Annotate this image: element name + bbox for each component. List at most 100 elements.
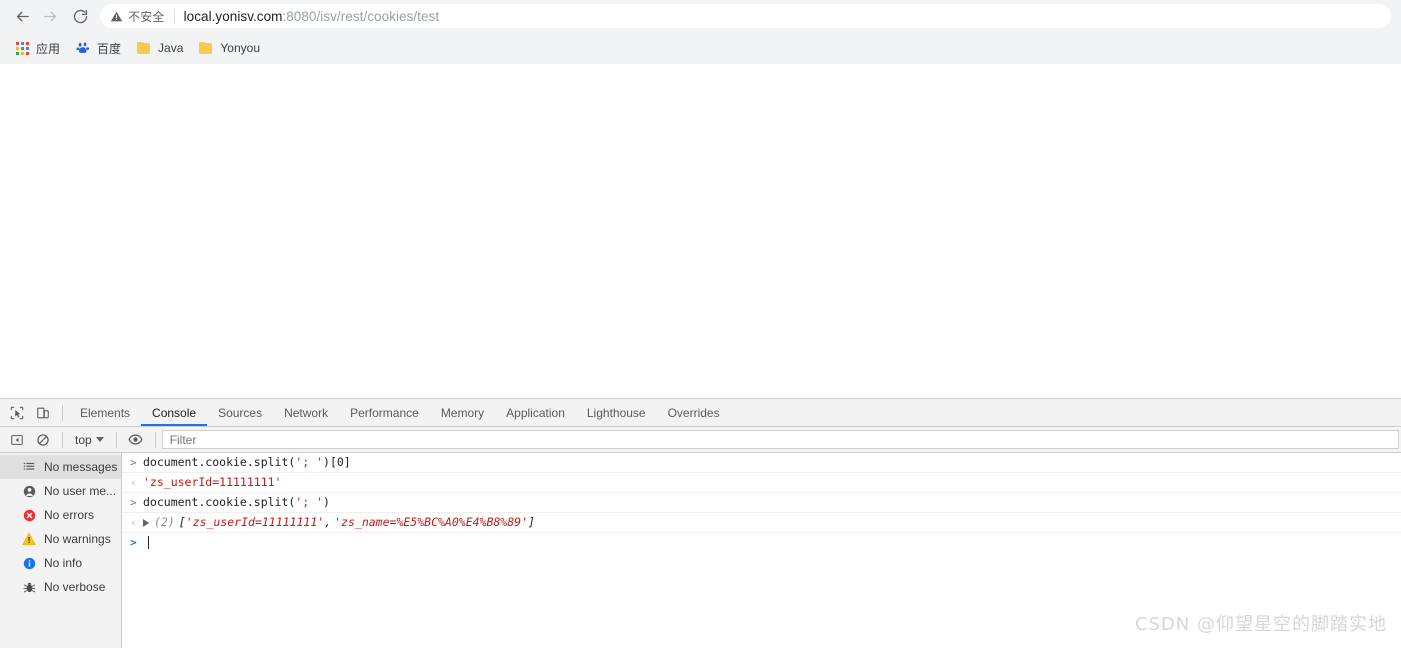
array-separator: , — [324, 515, 332, 529]
page-viewport — [0, 64, 1401, 398]
console-result-row[interactable]: ‹ 'zs_userId=11111111' — [122, 473, 1401, 493]
tab-lighthouse[interactable]: Lighthouse — [576, 399, 657, 426]
tab-elements[interactable]: Elements — [69, 399, 141, 426]
warning-triangle-icon — [110, 11, 123, 21]
device-toolbar-button[interactable] — [30, 400, 56, 426]
console-expression: document.cookie.split('; ')[0] — [143, 453, 351, 472]
clear-console-icon — [37, 433, 49, 446]
console-result-row[interactable]: ‹ (2) [ 'zs_userId=11111111' , 'zs_name=… — [122, 513, 1401, 533]
console-sidebar: No messages No user me... No errors No w… — [0, 453, 122, 648]
output-gutter-icon: ‹ — [130, 476, 137, 489]
security-label: 不安全 — [128, 9, 165, 24]
bookmark-label: 百度 — [97, 41, 122, 56]
reload-icon — [73, 9, 87, 23]
array-item: 'zs_userId=11111111' — [185, 515, 325, 529]
sidebar-item-info[interactable]: No info — [0, 551, 121, 575]
array-close-bracket: ] — [528, 515, 535, 529]
bookmark-baidu[interactable]: 百度 — [68, 37, 129, 59]
url-text: local.yonisv.com:8080/isv/rest/cookies/t… — [184, 9, 440, 24]
user-icon — [22, 484, 36, 498]
bookmarks-bar: 应用 百度 Java Yonyou — [0, 32, 1401, 64]
console-output[interactable]: > document.cookie.split('; ')[0] ‹ 'zs_u… — [122, 453, 1401, 648]
tab-network[interactable]: Network — [273, 399, 339, 426]
url-path: :8080/isv/rest/cookies/test — [282, 8, 440, 24]
watermark: CSDN @仰望星空的脚踏实地 — [1134, 614, 1387, 635]
sidebar-item-label: No errors — [44, 508, 95, 522]
execution-context-selector[interactable]: top — [69, 433, 110, 447]
security-status[interactable]: 不安全 — [110, 8, 165, 25]
sidebar-item-warnings[interactable]: No warnings — [0, 527, 121, 551]
sidebar-item-verbose[interactable]: No verbose — [0, 575, 121, 599]
bookmark-label: 应用 — [36, 41, 61, 56]
console-input-row[interactable]: > document.cookie.split('; ') — [122, 493, 1401, 513]
inspect-element-icon — [10, 406, 24, 419]
tab-overrides[interactable]: Overrides — [657, 399, 731, 426]
tab-sources[interactable]: Sources — [207, 399, 273, 426]
forward-button[interactable] — [36, 2, 64, 30]
list-icon — [22, 460, 36, 474]
expression-suffix: )[0] — [323, 455, 351, 469]
input-gutter-icon: > — [130, 496, 137, 509]
array-open-bracket: [ — [178, 515, 186, 529]
baidu-paw-icon — [76, 42, 90, 53]
console-prompt-row[interactable]: > — [122, 533, 1401, 552]
browser-navigation-bar: 不安全 local.yonisv.com:8080/isv/rest/cooki… — [0, 0, 1401, 32]
array-length-badge: (2) — [154, 515, 175, 529]
execution-context-label: top — [75, 432, 92, 447]
filterbar-divider-1 — [62, 431, 63, 448]
expression-prefix: document.cookie.split( — [143, 495, 296, 509]
expression-string: '; ' — [295, 495, 324, 509]
tab-application[interactable]: Application — [495, 399, 576, 426]
clear-console-button[interactable] — [30, 427, 56, 453]
triangle-right-icon[interactable] — [143, 518, 149, 527]
bookmark-java[interactable]: Java — [129, 37, 191, 59]
tab-console[interactable]: Console — [141, 399, 208, 426]
sidebar-item-label: No verbose — [44, 580, 106, 594]
tab-memory[interactable]: Memory — [430, 399, 495, 426]
toolbar-divider — [62, 404, 63, 421]
apps-grid-icon — [16, 41, 29, 55]
reload-button[interactable] — [66, 2, 94, 30]
sidebar-item-user-messages[interactable]: No user me... — [0, 479, 121, 503]
devtools-panel: Elements Console Sources Network Perform… — [0, 398, 1401, 648]
back-button[interactable] — [8, 2, 36, 30]
folder-icon — [199, 42, 213, 54]
info-icon — [22, 556, 36, 570]
sidebar-item-messages[interactable]: No messages — [0, 455, 121, 479]
devtools-tab-bar: Elements Console Sources Network Perform… — [0, 399, 1401, 427]
bookmark-label: Java — [158, 41, 184, 55]
bookmark-apps[interactable]: 应用 — [8, 37, 68, 59]
filterbar-divider-2 — [115, 431, 117, 448]
sidebar-item-label: No user me... — [44, 484, 117, 498]
console-input-row[interactable]: > document.cookie.split('; ')[0] — [122, 453, 1401, 473]
warning-icon — [22, 532, 36, 546]
console-body: No messages No user me... No errors No w… — [0, 453, 1401, 648]
arrow-left-icon — [16, 11, 29, 21]
expression-prefix: document.cookie.split( — [143, 455, 296, 469]
live-expression-button[interactable] — [123, 427, 149, 453]
sidebar-item-label: No warnings — [44, 532, 111, 546]
bookmark-yonyou[interactable]: Yonyou — [191, 37, 268, 59]
folder-icon — [137, 42, 151, 54]
arrow-right-icon — [43, 11, 56, 21]
console-filter-placeholder: Filter — [169, 432, 197, 447]
address-bar[interactable]: 不安全 local.yonisv.com:8080/isv/rest/cooki… — [100, 4, 1391, 28]
console-sidebar-toggle-button[interactable] — [4, 427, 30, 453]
prompt-gutter-icon: > — [130, 536, 137, 549]
console-filter-input[interactable]: Filter — [161, 430, 1399, 449]
browser-chrome: 不安全 local.yonisv.com:8080/isv/rest/cooki… — [0, 0, 1401, 64]
sidebar-item-errors[interactable]: No errors — [0, 503, 121, 527]
console-filter-bar: top Filter — [0, 427, 1401, 453]
console-expression: document.cookie.split('; ') — [143, 493, 330, 512]
tab-performance[interactable]: Performance — [339, 399, 430, 426]
output-gutter-icon: ‹ — [130, 516, 137, 529]
show-console-sidebar-icon — [11, 434, 23, 445]
sidebar-item-label: No info — [44, 556, 83, 570]
expression-string: '; ' — [295, 455, 324, 469]
chevron-down-icon — [95, 437, 104, 442]
array-item: 'zs_name=%E5%BC%A0%E4%B8%89' — [334, 515, 529, 529]
url-host: local.yonisv.com — [183, 8, 283, 24]
error-icon — [22, 508, 36, 522]
inspect-element-button[interactable] — [4, 400, 30, 426]
omnibox-divider — [173, 8, 175, 24]
